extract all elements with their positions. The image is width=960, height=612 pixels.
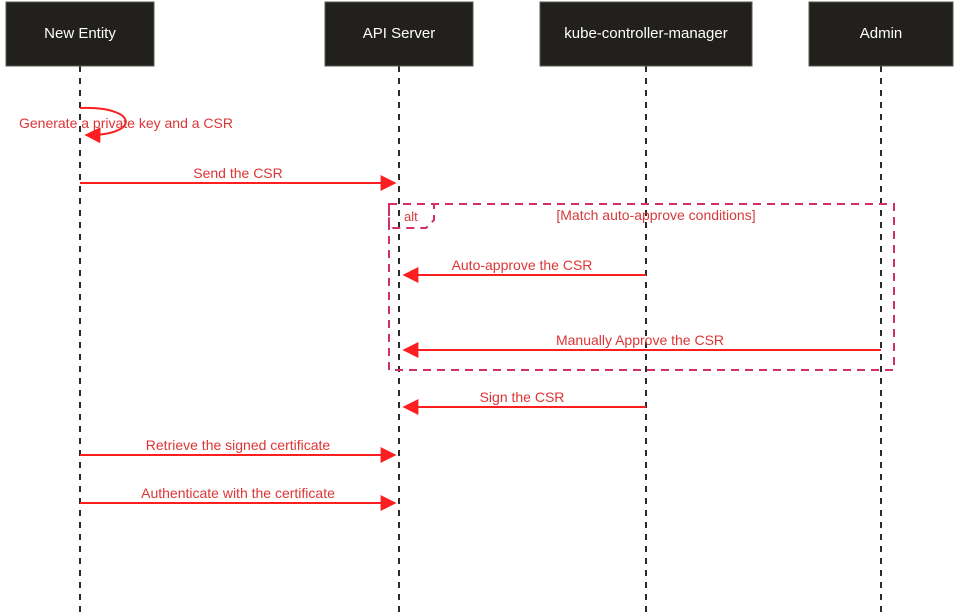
msg-label-send-csr: Send the CSR xyxy=(193,165,283,181)
actor-label-api-server: API Server xyxy=(363,25,436,42)
msg-label-sign-csr: Sign the CSR xyxy=(480,389,565,405)
msg-label-retrieve-cert: Retrieve the signed certificate xyxy=(146,437,331,453)
msg-label-auto-approve: Auto-approve the CSR xyxy=(452,257,593,273)
sequence-diagram: New Entity API Server kube-controller-ma… xyxy=(0,0,960,612)
alt-label: alt xyxy=(404,209,418,224)
alt-condition: [Match auto-approve conditions] xyxy=(556,207,755,223)
msg-label-manual-approve: Manually Approve the CSR xyxy=(556,332,724,348)
msg-label-generate-key-csr: Generate a private key and a CSR xyxy=(19,115,233,131)
actor-label-kcm: kube-controller-manager xyxy=(564,25,727,42)
msg-label-authenticate: Authenticate with the certificate xyxy=(141,485,335,501)
actor-label-new-entity: New Entity xyxy=(44,25,116,42)
actor-label-admin: Admin xyxy=(860,25,903,42)
